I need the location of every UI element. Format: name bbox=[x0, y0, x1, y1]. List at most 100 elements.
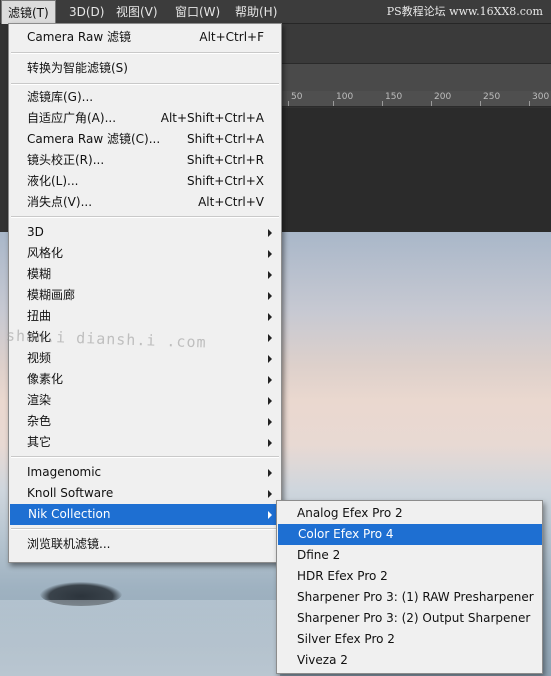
menu-item-label: 镜头校正(R)... bbox=[27, 153, 105, 167]
ruler-tick bbox=[431, 101, 432, 106]
menu-item-video[interactable]: 视频 bbox=[9, 348, 281, 369]
menu-item-browse-online-filters[interactable]: 浏览联机滤镜... bbox=[9, 534, 281, 555]
ruler-tick-label: 150 bbox=[385, 92, 403, 102]
ruler-tick bbox=[333, 101, 334, 106]
menu-item-other[interactable]: 其它 bbox=[9, 432, 281, 453]
submenu-item-analog-efex[interactable]: Analog Efex Pro 2 bbox=[277, 503, 542, 524]
submenu-arrow-icon bbox=[268, 439, 272, 447]
submenu-item-sharpener-raw[interactable]: Sharpener Pro 3: (1) RAW Presharpener bbox=[277, 587, 542, 608]
ruler-tick-label: 300 bbox=[532, 92, 550, 102]
submenu-item-label: Viveza 2 bbox=[297, 653, 348, 667]
submenu-item-label: Sharpener Pro 3: (1) RAW Presharpener bbox=[297, 590, 534, 604]
menu-item-label: Imagenomic bbox=[27, 465, 102, 479]
menu-item-blur[interactable]: 模糊 bbox=[9, 264, 281, 285]
menu-item-render[interactable]: 渲染 bbox=[9, 390, 281, 411]
submenu-item-label: Silver Efex Pro 2 bbox=[297, 632, 395, 646]
submenu-item-label: Dfine 2 bbox=[297, 548, 341, 562]
site-watermark: PS教程论坛 www.16XX8.com bbox=[386, 5, 543, 18]
nik-collection-submenu: Analog Efex Pro 2 Color Efex Pro 4 Dfine… bbox=[276, 500, 543, 674]
menu-item-pixelate[interactable]: 像素化 bbox=[9, 369, 281, 390]
menu-item-convert-smart-filter[interactable]: 转换为智能滤镜(S) bbox=[9, 58, 281, 79]
menu-item-distort[interactable]: 扭曲 bbox=[9, 306, 281, 327]
menu-item-label: 模糊画廊 bbox=[27, 288, 76, 302]
menubar-filter[interactable]: 滤镜(T) bbox=[1, 0, 56, 24]
submenu-item-label: Color Efex Pro 4 bbox=[298, 527, 394, 541]
menu-item-imagenomic[interactable]: Imagenomic bbox=[9, 462, 281, 483]
submenu-arrow-icon bbox=[268, 313, 272, 321]
submenu-arrow-icon bbox=[268, 229, 272, 237]
submenu-arrow-icon bbox=[268, 490, 272, 498]
menu-item-label: 3D bbox=[27, 225, 44, 239]
submenu-item-color-efex[interactable]: Color Efex Pro 4 bbox=[278, 524, 542, 545]
submenu-item-silver-efex[interactable]: Silver Efex Pro 2 bbox=[277, 629, 542, 650]
menubar-window[interactable]: 窗口(W) bbox=[169, 0, 226, 24]
submenu-item-dfine[interactable]: Dfine 2 bbox=[277, 545, 542, 566]
menu-item-label: 浏览联机滤镜... bbox=[27, 537, 111, 551]
ruler-tick bbox=[382, 101, 383, 106]
submenu-arrow-icon bbox=[268, 355, 272, 363]
submenu-arrow-icon bbox=[268, 250, 272, 258]
menu-item-label: 模糊 bbox=[27, 267, 52, 281]
menu-item-vanishing-point[interactable]: 消失点(V)... Alt+Ctrl+V bbox=[9, 192, 281, 213]
menu-item-label: 像素化 bbox=[27, 372, 64, 386]
menu-item-nik-collection[interactable]: Nik Collection bbox=[10, 504, 281, 525]
submenu-arrow-icon bbox=[268, 511, 272, 519]
menu-item-label: Nik Collection bbox=[28, 507, 111, 521]
submenu-item-sharpener-output[interactable]: Sharpener Pro 3: (2) Output Sharpener bbox=[277, 608, 542, 629]
submenu-arrow-icon bbox=[268, 469, 272, 477]
menu-item-blur-gallery[interactable]: 模糊画廊 bbox=[9, 285, 281, 306]
menu-item-liquify[interactable]: 液化(L)... Shift+Ctrl+X bbox=[9, 171, 281, 192]
menu-separator bbox=[11, 528, 279, 530]
ruler-tick-label: 200 bbox=[434, 92, 452, 102]
menu-item-knoll-software[interactable]: Knoll Software bbox=[9, 483, 281, 504]
submenu-item-label: HDR Efex Pro 2 bbox=[297, 569, 388, 583]
ruler-tick-label: 250 bbox=[483, 92, 501, 102]
menu-item-filter-gallery[interactable]: 滤镜库(G)... bbox=[9, 87, 281, 108]
submenu-arrow-icon bbox=[268, 418, 272, 426]
ruler-tick bbox=[288, 101, 289, 106]
menu-separator bbox=[11, 456, 279, 458]
ruler-tick-label: 100 bbox=[336, 92, 354, 102]
menu-separator bbox=[11, 83, 279, 85]
submenu-arrow-icon bbox=[268, 271, 272, 279]
menu-item-label: 渲染 bbox=[27, 393, 52, 407]
menu-item-camera-raw[interactable]: Camera Raw 滤镜(C)... Shift+Ctrl+A bbox=[9, 129, 281, 150]
menu-item-lens-correction[interactable]: 镜头校正(R)... Shift+Ctrl+R bbox=[9, 150, 281, 171]
submenu-item-hdr-efex[interactable]: HDR Efex Pro 2 bbox=[277, 566, 542, 587]
submenu-item-label: Analog Efex Pro 2 bbox=[297, 506, 403, 520]
menubar-help[interactable]: 帮助(H) bbox=[229, 0, 283, 24]
menu-item-shortcut: Shift+Ctrl+R bbox=[186, 153, 264, 167]
submenu-item-label: Sharpener Pro 3: (2) Output Sharpener bbox=[297, 611, 531, 625]
canvas-background bbox=[282, 108, 551, 232]
menu-item-label: 滤镜库(G)... bbox=[27, 90, 94, 104]
submenu-arrow-icon bbox=[268, 397, 272, 405]
menu-item-stylize[interactable]: 风格化 bbox=[9, 243, 281, 264]
menu-item-noise[interactable]: 杂色 bbox=[9, 411, 281, 432]
menubar-3d[interactable]: 3D(D) bbox=[63, 0, 110, 24]
submenu-arrow-icon bbox=[268, 376, 272, 384]
submenu-item-viveza[interactable]: Viveza 2 bbox=[277, 650, 542, 671]
menu-item-label: 转换为智能滤镜(S) bbox=[27, 61, 128, 75]
menu-item-label: 自适应广角(A)... bbox=[27, 111, 117, 125]
menu-item-shortcut: Alt+Shift+Ctrl+A bbox=[160, 111, 264, 125]
ruler-tick bbox=[529, 101, 530, 106]
menu-item-3d[interactable]: 3D bbox=[9, 222, 281, 243]
menu-item-adaptive-wide-angle[interactable]: 自适应广角(A)... Alt+Shift+Ctrl+A bbox=[9, 108, 281, 129]
menu-item-label: 扭曲 bbox=[27, 309, 52, 323]
options-bar bbox=[282, 24, 551, 64]
menu-item-shortcut: Alt+Ctrl+V bbox=[198, 195, 264, 209]
menu-item-label: 消失点(V)... bbox=[27, 195, 93, 209]
menu-item-label: Camera Raw 滤镜(C)... bbox=[27, 132, 161, 146]
menubar-view[interactable]: 视图(V) bbox=[110, 0, 164, 24]
menu-item-shortcut: Alt+Ctrl+F bbox=[199, 30, 264, 44]
menu-separator bbox=[11, 216, 279, 218]
menu-item-shortcut: Shift+Ctrl+X bbox=[187, 174, 264, 188]
menu-separator bbox=[11, 52, 279, 54]
filter-menu: Camera Raw 滤镜 Alt+Ctrl+F 转换为智能滤镜(S) 滤镜库(… bbox=[8, 23, 282, 563]
menu-item-label: 风格化 bbox=[27, 246, 64, 260]
ruler-tick bbox=[480, 101, 481, 106]
menu-item-last-filter[interactable]: Camera Raw 滤镜 Alt+Ctrl+F bbox=[9, 27, 281, 48]
ruler-tick-label: 50 bbox=[291, 92, 303, 102]
menubar: 滤镜(T) 3D(D) 视图(V) 窗口(W) 帮助(H) PS教程论坛 www… bbox=[0, 0, 551, 24]
menu-item-label: Camera Raw 滤镜 bbox=[27, 30, 131, 44]
